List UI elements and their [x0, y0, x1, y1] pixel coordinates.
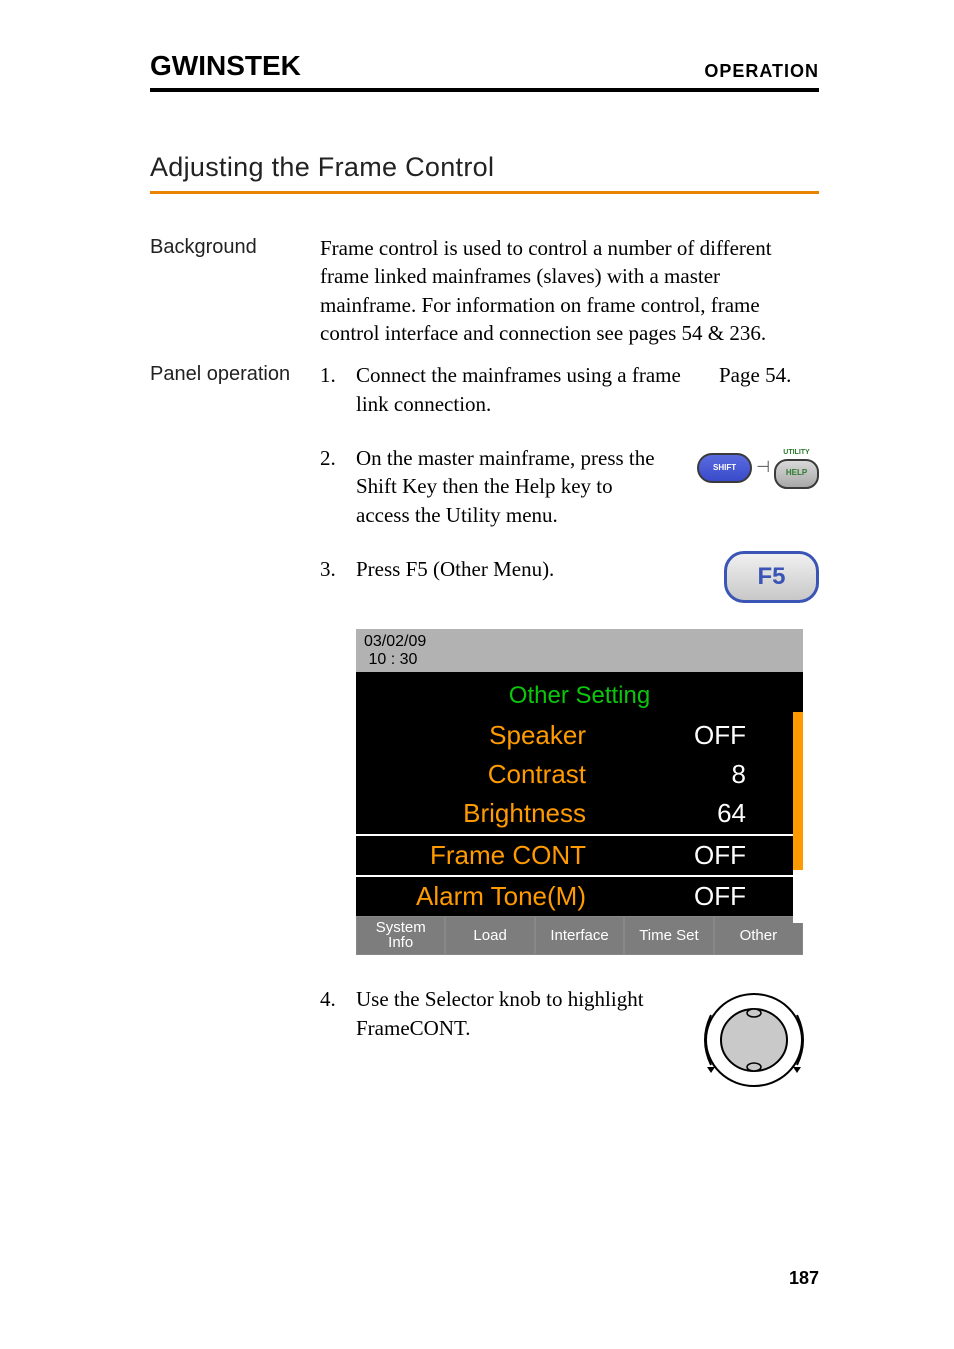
step-text: Connect the mainframes using a frame lin… [356, 361, 719, 418]
lcd-screenshot: 03/02/09 10 : 30 Other Setting SpeakerOF… [356, 629, 803, 955]
step-text: Use the Selector knob to highlight Frame… [356, 985, 669, 1095]
step-number: 2. [320, 444, 356, 529]
lcd-menu-item: Interface [535, 916, 624, 956]
key-link-icon: ⊣ [756, 457, 770, 479]
selector-knob-icon [689, 985, 819, 1095]
lcd-date: 03/02/09 [364, 633, 795, 651]
step-text: On the master mainframe, press the Shift… [356, 444, 669, 529]
step-text: Press F5 (Other Menu). [356, 555, 669, 603]
page-number: 187 [789, 1268, 819, 1289]
lcd-time: 10 : 30 [364, 651, 795, 669]
lcd-scrollbar-icon [793, 712, 803, 923]
lcd-menu-item: System Info [356, 916, 445, 956]
lcd-key: Alarm Tone(M) [356, 879, 626, 914]
step-number: 4. [320, 985, 356, 1095]
lcd-key: Brightness [356, 796, 626, 831]
lcd-value: OFF [626, 879, 746, 914]
lcd-menu-item: Other [714, 916, 803, 956]
step-number: 3. [320, 555, 356, 603]
step-page-ref: Page 54. [719, 361, 819, 418]
lcd-key: Contrast [356, 757, 626, 792]
help-key-icon: HELP [774, 459, 819, 489]
shift-key-icon: SHIFT [697, 453, 752, 483]
lcd-value: OFF [626, 838, 746, 873]
lcd-menu-item: Time Set [624, 916, 713, 956]
panel-operation-label: Panel operation [150, 361, 320, 1121]
f5-key-icon: F5 [724, 551, 819, 603]
lcd-title: Other Setting [356, 672, 803, 716]
lcd-key: Speaker [356, 718, 626, 753]
lcd-menu-item: Load [445, 916, 534, 956]
section-title: Adjusting the Frame Control [150, 152, 819, 194]
step-number: 1. [320, 361, 356, 418]
lcd-key: Frame CONT [356, 838, 626, 873]
lcd-value: 8 [626, 757, 746, 792]
header-section: OPERATION [704, 61, 819, 82]
brand-logo: GWINSTEK [150, 50, 301, 82]
background-label: Background [150, 234, 320, 347]
utility-label: UTILITY [783, 448, 809, 457]
lcd-value: 64 [626, 796, 746, 831]
background-text: Frame control is used to control a numbe… [320, 234, 819, 347]
lcd-value: OFF [626, 718, 746, 753]
